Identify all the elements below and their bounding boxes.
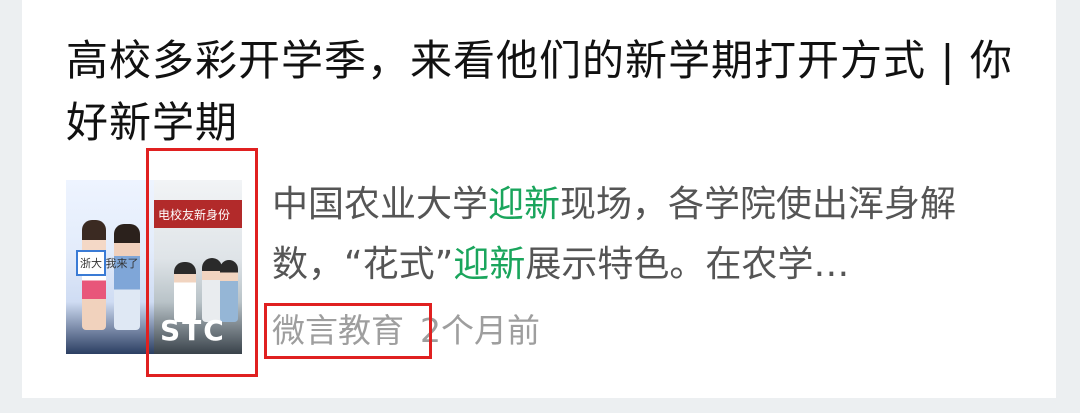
summary-keyword: 迎新	[453, 244, 526, 285]
student-figure	[202, 258, 222, 322]
article-title[interactable]: 高校多彩开学季，来看他们的新学期打开方式 | 你好新学期	[66, 30, 1026, 154]
article-thumbnail[interactable]: 浙大 我来了 电校友新身份 STC	[66, 180, 242, 354]
article-meta: 微言教育 2个月前	[272, 305, 540, 357]
summary-keyword: 迎新	[488, 184, 561, 225]
article-card[interactable]: 高校多彩开学季，来看他们的新学期打开方式 | 你好新学期 浙大 我来了 电校友新…	[22, 0, 1056, 398]
article-summary[interactable]: 中国农业大学迎新现场，各学院使出浑身解数，“花式”迎新展示特色。在农学…	[272, 175, 1002, 295]
banner-text: 电校友新身份	[158, 208, 231, 222]
summary-text: 展示特色。在农学…	[525, 244, 850, 285]
welcome-sign-text: 浙大 我来了	[80, 257, 139, 270]
thumbnail-overlay-text: STC	[160, 314, 226, 347]
student-figure	[174, 262, 196, 322]
summary-text: 中国农业大学	[272, 184, 489, 225]
student-figure	[220, 260, 238, 322]
thumbnail-image-right: 电校友新身份 STC	[154, 180, 242, 354]
thumbnail-image-left: 浙大 我来了	[66, 180, 154, 354]
source-account[interactable]: 微言教育	[272, 305, 404, 357]
publish-time: 2个月前	[420, 311, 540, 350]
student-figure	[114, 224, 140, 330]
